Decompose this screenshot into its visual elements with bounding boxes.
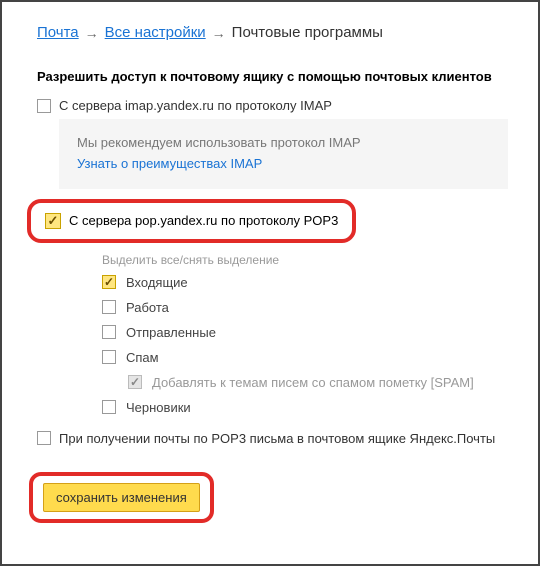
- folder-sent-label: Отправленные: [126, 325, 216, 340]
- imap-label: С сервера imap.yandex.ru по протоколу IM…: [59, 98, 332, 113]
- breadcrumb-mail-link[interactable]: Почта: [37, 24, 79, 41]
- pop3-highlight: С сервера pop.yandex.ru по протоколу POP…: [27, 199, 356, 243]
- folder-work-row: Работа: [102, 300, 508, 315]
- folder-work-checkbox[interactable]: [102, 300, 116, 314]
- arrow-icon: →: [212, 25, 226, 41]
- imap-option: С сервера imap.yandex.ru по протоколу IM…: [37, 98, 508, 113]
- folder-spam-checkbox[interactable]: [102, 350, 116, 364]
- archive-option: При получении почты по POP3 письма в поч…: [37, 431, 508, 446]
- folder-sent-row: Отправленные: [102, 325, 508, 340]
- folder-drafts-label: Черновики: [126, 400, 191, 415]
- folder-sent-checkbox[interactable]: [102, 325, 116, 339]
- folder-spam-row: Спам: [102, 350, 508, 365]
- breadcrumb-settings-link[interactable]: Все настройки: [105, 24, 206, 41]
- toggle-all-label[interactable]: Выделить все/снять выделение: [102, 253, 508, 267]
- folder-work-label: Работа: [126, 300, 169, 315]
- save-button[interactable]: сохранить изменения: [43, 483, 200, 512]
- imap-info-text: Мы рекомендуем использовать протокол IMA…: [77, 133, 490, 154]
- spam-tag-checkbox[interactable]: [128, 375, 142, 389]
- imap-info-link[interactable]: Узнать о преимуществах IMAP: [77, 156, 262, 171]
- archive-checkbox[interactable]: [37, 431, 51, 445]
- folder-inbox-row: Входящие: [102, 275, 508, 290]
- archive-label: При получении почты по POP3 письма в поч…: [59, 431, 495, 446]
- imap-info-box: Мы рекомендуем использовать протокол IMA…: [59, 119, 508, 189]
- folder-inbox-checkbox[interactable]: [102, 275, 116, 289]
- folder-spam-label: Спам: [126, 350, 159, 365]
- pop3-folders: Выделить все/снять выделение Входящие Ра…: [102, 253, 508, 415]
- pop3-checkbox[interactable]: [45, 213, 61, 229]
- breadcrumb: Почта → Все настройки → Почтовые програм…: [37, 24, 508, 41]
- spam-tag-label: Добавлять к темам писем со спамом пометк…: [152, 375, 474, 390]
- folder-drafts-row: Черновики: [102, 400, 508, 415]
- section-header: Разрешить доступ к почтовому ящику с пом…: [37, 69, 508, 84]
- breadcrumb-current: Почтовые программы: [232, 24, 383, 41]
- folder-inbox-label: Входящие: [126, 275, 188, 290]
- arrow-icon: →: [85, 25, 99, 41]
- folder-drafts-checkbox[interactable]: [102, 400, 116, 414]
- imap-checkbox[interactable]: [37, 99, 51, 113]
- save-highlight: сохранить изменения: [29, 472, 214, 523]
- pop3-label: С сервера pop.yandex.ru по протоколу POP…: [69, 213, 338, 228]
- spam-tag-row: Добавлять к темам писем со спамом пометк…: [128, 375, 508, 390]
